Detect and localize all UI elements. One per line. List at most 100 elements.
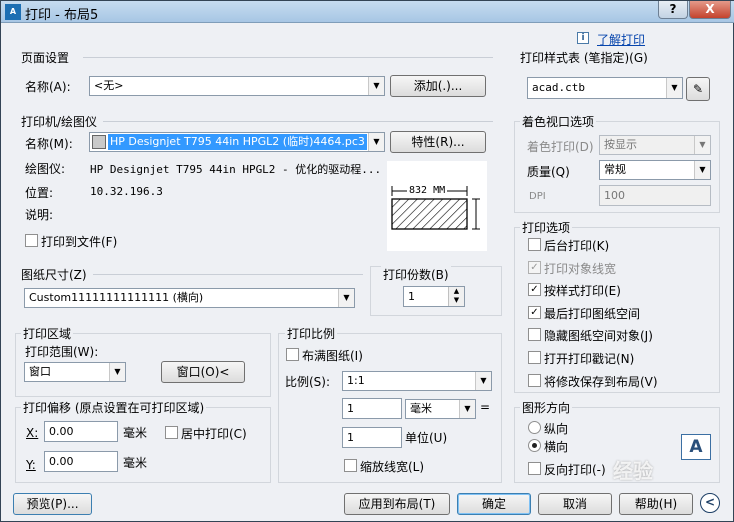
printer-select[interactable]: HP Designjet T795 44in HPGL2 (临时)4464.pc… [89,132,385,152]
scale-unit-value: 毫米 [410,402,432,415]
window-title: 打印 - 布局5 [25,8,99,23]
copies-title: 打印份数(B) [381,266,451,283]
ok-button[interactable]: 确定 [457,493,531,515]
preview-button[interactable]: 预览(P)... [13,493,92,515]
help-button[interactable]: 帮助(H) [619,493,693,515]
print-range-label: 打印范围(W): [25,345,99,359]
scale-units-label: 单位(U) [405,431,448,445]
paper-size-select[interactable]: Custom11111111111111 (横向) ▼ [24,288,355,308]
printer-properties-button[interactable]: 特性(R)... [390,131,486,153]
shade-plot-value: 按显示 [604,138,637,151]
plot-style-select[interactable]: acad.ctb ▼ [527,77,683,99]
scale-label: 比例(S): [285,375,331,389]
print-range-select[interactable]: 窗口 ▼ [24,362,126,382]
option-row[interactable]: 打开打印戳记(N) [528,350,716,366]
landscape-radio[interactable] [528,439,541,452]
apply-to-layout-button[interactable]: 应用到布局(T) [344,493,450,515]
info-icon: i [577,32,589,44]
learn-print-link[interactable]: 了解打印 [597,31,645,48]
option-checkbox[interactable]: ✓ [528,305,541,319]
option-label: 隐藏图纸空间对象(J) [544,329,653,344]
add-page-setup-button[interactable]: 添加(.)... [390,75,486,97]
option-row[interactable]: 隐藏图纸空间对象(J) [528,327,716,343]
offset-y-input[interactable]: 0.00 [44,451,118,472]
help-titlebar-button[interactable]: ? [658,1,688,19]
paper-preview: 832 MM [387,161,487,251]
divider [83,57,493,58]
offset-x-input[interactable]: 0.00 [44,421,118,442]
scale-units-input[interactable]: 1 [342,427,402,448]
location-label: 位置: [25,186,54,200]
option-checkbox[interactable] [528,351,541,364]
option-checkbox[interactable]: ✓ [528,260,541,274]
option-row[interactable]: ✓ 按样式打印(E) [528,282,716,298]
offset-title: 打印偏移 (原点设置在可打印区域) [21,399,207,416]
dpi-input[interactable]: 100 [599,185,711,206]
landscape-label: 横向 [544,440,569,454]
option-checkbox[interactable]: ✓ [528,283,541,297]
scale-select[interactable]: 1:1 ▼ [342,371,492,391]
copies-spinner[interactable]: ▲ ▼ [448,287,464,306]
option-checkbox[interactable] [528,328,541,342]
paper-dimension-diagram [391,186,480,230]
title-bar: A 打印 - 布局5 ? X [1,1,734,23]
print-area-title: 打印区域 [21,325,74,342]
fit-to-paper-label: 布满图纸(I) [302,349,363,363]
center-print-checkbox[interactable] [165,426,178,439]
window-pick-button[interactable]: 窗口(O)< [161,361,245,383]
offset-y-label: Y: [26,458,36,472]
scale-value: 1:1 [347,374,365,387]
reverse-print-checkbox[interactable] [528,462,541,475]
option-row[interactable]: ✓ 最后打印图纸空间 [528,305,716,321]
option-row[interactable]: 将修改保存到布局(V) [528,373,716,389]
center-print-label: 居中打印(C) [181,427,247,441]
close-button[interactable]: X [689,1,731,19]
print-range-value: 窗口 [29,365,51,378]
print-dialog: A 打印 - 布局5 ? X i 了解打印 页面设置 名称(A): <无> ▼ 添… [0,0,734,522]
scale-lineweights-label: 缩放线宽(L) [360,460,425,474]
divider [103,121,493,122]
chevron-down-icon: ▼ [368,133,384,151]
chevron-down-icon: ▼ [694,161,710,179]
option-label: 将修改保存到布局(V) [544,374,658,389]
reverse-print-label: 反向打印(-) [544,463,606,477]
quality-value: 常规 [604,163,626,176]
option-label: 后台打印(K) [544,239,610,253]
option-row[interactable]: 后台打印(K) [528,237,716,253]
fit-to-paper-checkbox[interactable] [286,348,299,361]
edit-pen-icon: ✎ [692,82,704,96]
chevron-down-icon: ▼ [109,363,125,381]
cancel-button[interactable]: 取消 [538,493,612,515]
watermark-text: 经验 [613,459,653,483]
plot-style-title: 打印样式表 (笔指定)(G) [520,51,648,65]
option-label: 按样式打印(E) [544,284,621,299]
paper-size-title: 图纸尺寸(Z) [21,268,87,282]
divider [93,274,363,275]
shaded-title: 着色视口选项 [520,113,597,130]
scale-unit-select[interactable]: 毫米 ▼ [405,399,476,419]
scale-mm-input[interactable]: 1 [342,398,402,419]
page-setup-value: <无> [94,79,124,92]
option-row[interactable]: ✓ 打印对象线宽 [528,260,716,276]
scale-lineweights-checkbox[interactable] [344,459,357,472]
edit-plot-style-button[interactable]: ✎ [686,77,710,101]
print-to-file-checkbox[interactable] [25,234,38,247]
portrait-radio[interactable] [528,421,541,434]
collapse-options-button[interactable]: < [700,493,720,513]
option-checkbox[interactable] [528,238,541,251]
shade-plot-select[interactable]: 按显示 ▼ [599,135,711,155]
quality-select[interactable]: 常规 ▼ [599,160,711,180]
location-value: 10.32.196.3 [90,185,163,198]
portrait-label: 纵向 [544,422,569,436]
option-checkbox[interactable] [528,373,541,387]
orientation-title: 图形方向 [520,399,573,416]
print-to-file-label: 打印到文件(F) [41,235,118,249]
printer-name-value: HP Designjet T795 44in HPGL2 (临时)4464.pc… [108,134,367,150]
option-label: 打开打印戳记(N) [544,352,635,366]
option-label: 打印对象线宽 [544,261,617,276]
printer-name-label: 名称(M): [25,137,73,151]
chevron-down-icon: ▼ [694,136,710,154]
page-setup-select[interactable]: <无> ▼ [89,76,385,96]
offset-x-unit: 毫米 [123,426,148,440]
scale-title: 打印比例 [285,325,338,342]
